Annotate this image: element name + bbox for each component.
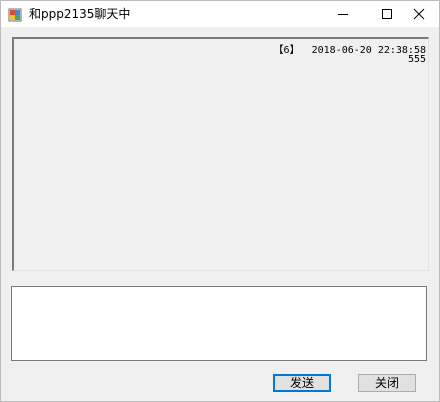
minimize-button[interactable] <box>321 1 365 27</box>
chat-window: 和ppp2135聊天中 【6】 2018-06-20 22:38:58 555 … <box>0 0 440 402</box>
message-input[interactable] <box>11 286 427 361</box>
app-icon <box>8 7 22 22</box>
message-body: 555 <box>407 54 426 65</box>
message-header: 【6】 2018-06-20 22:38:58 <box>273 45 426 56</box>
close-icon <box>413 8 425 20</box>
title-bar[interactable]: 和ppp2135聊天中 <box>1 1 439 27</box>
close-button[interactable]: 关闭 <box>358 374 416 392</box>
send-button[interactable]: 发送 <box>273 374 331 392</box>
minimize-icon <box>338 14 348 15</box>
chat-history[interactable]: 【6】 2018-06-20 22:38:58 555 <box>12 37 429 271</box>
maximize-icon <box>382 9 392 19</box>
close-window-button[interactable] <box>397 1 440 27</box>
window-title: 和ppp2135聊天中 <box>29 7 131 21</box>
